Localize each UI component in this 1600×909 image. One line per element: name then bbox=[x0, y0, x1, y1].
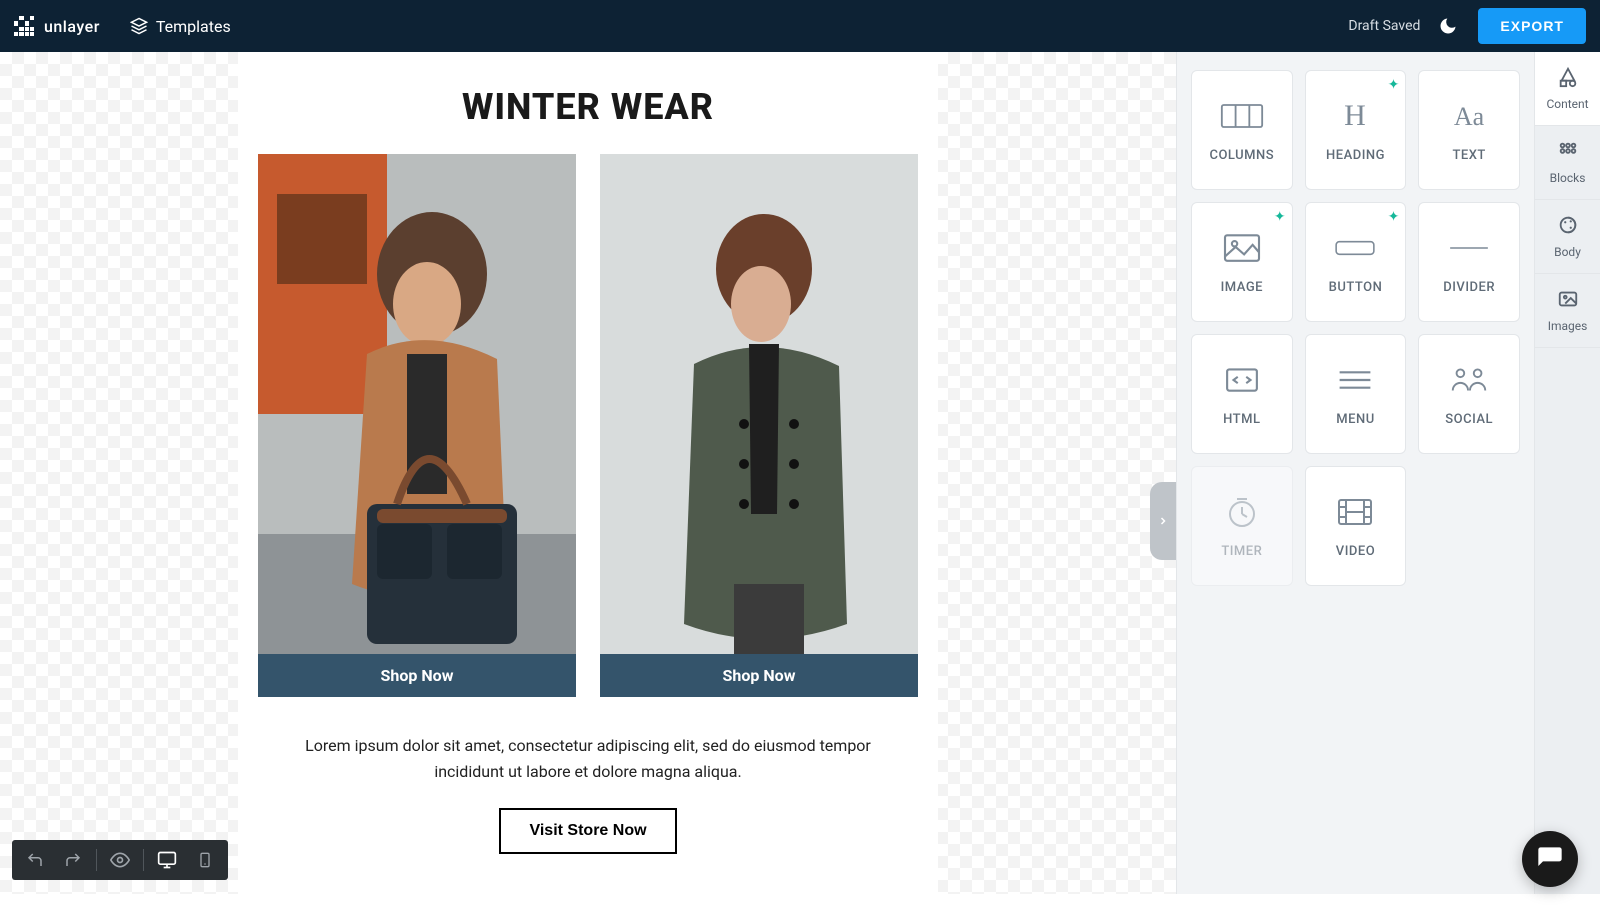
email-canvas[interactable]: WINTER WEAR bbox=[238, 52, 938, 894]
tool-label: MENU bbox=[1336, 412, 1374, 427]
timer-icon bbox=[1220, 494, 1264, 530]
device-toolbar bbox=[12, 840, 228, 880]
preview-button[interactable] bbox=[103, 844, 137, 876]
layers-icon bbox=[130, 17, 148, 35]
divider-icon bbox=[1447, 230, 1491, 266]
moon-icon bbox=[1438, 16, 1458, 36]
product-image[interactable] bbox=[600, 154, 918, 654]
tool-label: IMAGE bbox=[1221, 280, 1263, 295]
templates-label: Templates bbox=[156, 17, 231, 36]
ai-badge-icon: ✦ bbox=[1388, 77, 1400, 93]
heading-icon: H bbox=[1333, 98, 1377, 134]
social-icon bbox=[1447, 362, 1491, 398]
tool-label: TEXT bbox=[1452, 148, 1485, 163]
content-icon bbox=[1557, 66, 1579, 91]
chat-icon bbox=[1536, 845, 1564, 873]
brand-logo-icon bbox=[14, 16, 34, 36]
tool-text[interactable]: Aa TEXT bbox=[1418, 70, 1520, 190]
draft-saved-status: Draft Saved bbox=[1348, 18, 1420, 34]
undo-button[interactable] bbox=[18, 844, 52, 876]
product-card[interactable]: Shop Now bbox=[258, 154, 576, 697]
tool-html[interactable]: HTML bbox=[1191, 334, 1293, 454]
svg-text:Aa: Aa bbox=[1454, 102, 1485, 131]
theme-toggle[interactable] bbox=[1438, 16, 1458, 36]
tool-social[interactable]: SOCIAL bbox=[1418, 334, 1520, 454]
brand-name: unlayer bbox=[44, 17, 100, 36]
tool-label: HEADING bbox=[1326, 148, 1385, 163]
product-image[interactable] bbox=[258, 154, 576, 654]
tool-label: BUTTON bbox=[1329, 280, 1383, 295]
tool-label: COLUMNS bbox=[1209, 148, 1274, 163]
eye-icon bbox=[110, 850, 130, 870]
mobile-icon bbox=[197, 850, 213, 870]
brand-logo: unlayer bbox=[14, 16, 100, 36]
html-icon bbox=[1220, 362, 1264, 398]
side-tab-label: Blocks bbox=[1550, 171, 1586, 185]
tool-timer: TIMER bbox=[1191, 466, 1293, 586]
tool-label: VIDEO bbox=[1336, 544, 1375, 559]
shop-now-button[interactable]: Shop Now bbox=[258, 654, 576, 697]
panel-collapse-handle[interactable] bbox=[1150, 482, 1176, 560]
side-tab-images[interactable]: Images bbox=[1535, 274, 1600, 348]
body-text[interactable]: Lorem ipsum dolor sit amet, consectetur … bbox=[298, 733, 878, 784]
chevron-right-icon bbox=[1157, 513, 1169, 529]
tool-menu[interactable]: MENU bbox=[1305, 334, 1407, 454]
columns-icon bbox=[1220, 98, 1264, 134]
ai-badge-icon: ✦ bbox=[1388, 209, 1400, 225]
side-tab-label: Images bbox=[1548, 319, 1588, 333]
templates-link[interactable]: Templates bbox=[130, 17, 231, 36]
desktop-icon bbox=[157, 850, 177, 870]
side-tab-label: Body bbox=[1554, 245, 1581, 259]
body-icon bbox=[1557, 214, 1579, 239]
tool-heading[interactable]: ✦ H HEADING bbox=[1305, 70, 1407, 190]
blocks-icon bbox=[1557, 140, 1579, 165]
button-icon bbox=[1333, 230, 1377, 266]
shop-now-button[interactable]: Shop Now bbox=[600, 654, 918, 697]
right-sidebar: COLUMNS ✦ H HEADING Aa TEXT ✦ IMAGE ✦ BU… bbox=[1176, 52, 1600, 894]
export-button[interactable]: EXPORT bbox=[1478, 8, 1586, 44]
side-tab-body[interactable]: Body bbox=[1535, 200, 1600, 274]
help-chat-button[interactable] bbox=[1522, 831, 1578, 887]
visit-store-button[interactable]: Visit Store Now bbox=[499, 808, 676, 854]
tool-divider[interactable]: DIVIDER bbox=[1418, 202, 1520, 322]
side-tab-blocks[interactable]: Blocks bbox=[1535, 126, 1600, 200]
product-card[interactable]: Shop Now bbox=[600, 154, 918, 697]
svg-text:H: H bbox=[1345, 99, 1367, 132]
side-tabs: Content Blocks Body Images bbox=[1534, 52, 1600, 894]
undo-icon bbox=[26, 851, 44, 869]
video-icon bbox=[1333, 494, 1377, 530]
text-icon: Aa bbox=[1447, 98, 1491, 134]
tool-label: SOCIAL bbox=[1445, 412, 1493, 427]
tool-image[interactable]: ✦ IMAGE bbox=[1191, 202, 1293, 322]
side-tab-content[interactable]: Content bbox=[1535, 52, 1600, 126]
top-bar: unlayer Templates Draft Saved EXPORT bbox=[0, 0, 1600, 52]
redo-button[interactable] bbox=[56, 844, 90, 876]
tool-columns[interactable]: COLUMNS bbox=[1191, 70, 1293, 190]
editor-canvas-wrap: WINTER WEAR bbox=[0, 52, 1176, 894]
tool-label: TIMER bbox=[1221, 544, 1262, 559]
tool-button[interactable]: ✦ BUTTON bbox=[1305, 202, 1407, 322]
tool-label: DIVIDER bbox=[1443, 280, 1495, 295]
tools-panel: COLUMNS ✦ H HEADING Aa TEXT ✦ IMAGE ✦ BU… bbox=[1177, 52, 1534, 894]
mobile-view-button[interactable] bbox=[188, 844, 222, 876]
tool-video[interactable]: VIDEO bbox=[1305, 466, 1407, 586]
tool-label: HTML bbox=[1223, 412, 1260, 427]
product-row: Shop Now bbox=[258, 154, 918, 697]
desktop-view-button[interactable] bbox=[150, 844, 184, 876]
side-tab-label: Content bbox=[1546, 97, 1588, 111]
ai-badge-icon: ✦ bbox=[1274, 209, 1286, 225]
image-icon bbox=[1220, 230, 1264, 266]
page-title[interactable]: WINTER WEAR bbox=[258, 52, 918, 154]
menu-icon bbox=[1333, 362, 1377, 398]
images-icon bbox=[1557, 288, 1579, 313]
redo-icon bbox=[64, 851, 82, 869]
